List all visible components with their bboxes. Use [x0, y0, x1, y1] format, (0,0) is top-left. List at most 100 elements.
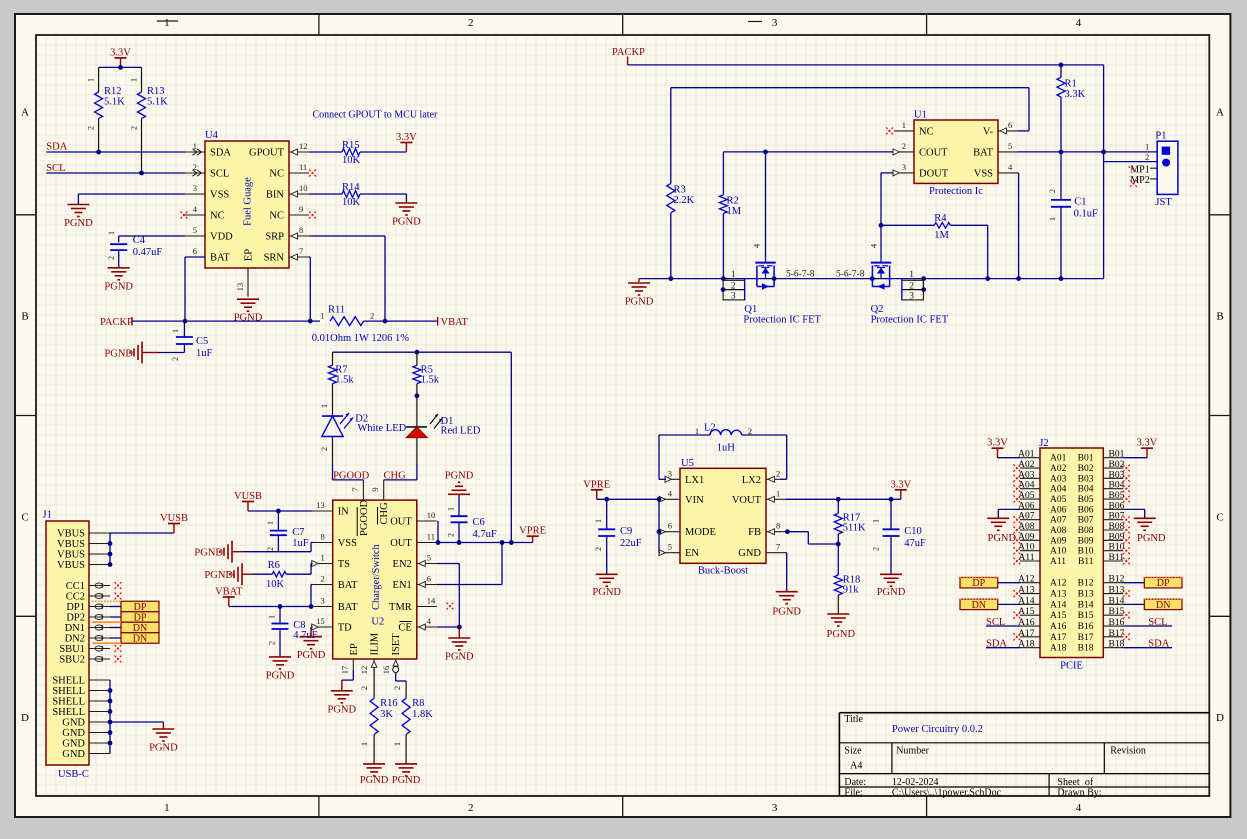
svg-text:2: 2 — [268, 641, 277, 645]
svg-text:A16: A16 — [1050, 622, 1067, 632]
svg-text:VPRE: VPRE — [519, 526, 546, 537]
svg-text:B09: B09 — [1109, 532, 1125, 542]
svg-text:2: 2 — [266, 547, 275, 551]
svg-text:LX2: LX2 — [742, 475, 761, 486]
svg-text:SDA: SDA — [46, 142, 67, 153]
svg-text:B10: B10 — [1078, 547, 1094, 557]
svg-text:SRP: SRP — [265, 232, 284, 243]
svg-text:B04: B04 — [1078, 485, 1094, 495]
svg-text:CC2: CC2 — [66, 592, 85, 603]
svg-text:PGND: PGND — [234, 313, 263, 324]
svg-text:B11: B11 — [1078, 557, 1094, 567]
svg-text:DN: DN — [1156, 600, 1170, 611]
svg-text:3.3V: 3.3V — [110, 47, 131, 58]
svg-text:C7: C7 — [292, 527, 304, 538]
svg-text:PGND: PGND — [297, 650, 326, 661]
svg-text:2: 2 — [319, 447, 329, 451]
svg-text:PGND: PGND — [392, 217, 421, 228]
svg-text:Protection IC FET: Protection IC FET — [871, 315, 949, 326]
svg-text:B06: B06 — [1078, 505, 1094, 515]
svg-text:PGND: PGND — [1137, 533, 1166, 544]
svg-text:B01: B01 — [1078, 454, 1094, 464]
svg-text:Size: Size — [844, 746, 862, 757]
svg-text:1uF: 1uF — [196, 348, 213, 359]
svg-text:DP2: DP2 — [66, 613, 85, 624]
svg-text:2: 2 — [468, 802, 474, 814]
svg-text:B03: B03 — [1109, 470, 1125, 480]
svg-text:1: 1 — [594, 519, 603, 523]
svg-text:9: 9 — [299, 204, 303, 214]
svg-text:5.1K: 5.1K — [147, 97, 168, 108]
svg-text:B17: B17 — [1109, 629, 1125, 639]
svg-text:6: 6 — [1008, 120, 1012, 130]
svg-text:R11: R11 — [328, 305, 345, 316]
svg-text:VDD: VDD — [210, 232, 233, 243]
svg-text:91k: 91k — [843, 585, 860, 596]
svg-text:PGND: PGND — [625, 297, 654, 308]
svg-text:EN: EN — [685, 548, 699, 559]
svg-text:EP: EP — [349, 643, 360, 655]
svg-text:1.8K: 1.8K — [412, 709, 433, 720]
svg-text:A16: A16 — [1018, 618, 1035, 628]
svg-text:2: 2 — [872, 547, 881, 551]
svg-text:PGOOD: PGOOD — [359, 499, 370, 536]
svg-text:A09: A09 — [1050, 536, 1067, 546]
svg-text:5: 5 — [668, 542, 672, 552]
svg-text:17: 17 — [340, 666, 350, 675]
svg-text:6: 6 — [427, 574, 431, 584]
svg-text:A08: A08 — [1050, 526, 1067, 536]
svg-text:2.2K: 2.2K — [674, 195, 695, 206]
svg-text:B17: B17 — [1078, 633, 1094, 643]
svg-text:B: B — [1216, 311, 1223, 323]
svg-text:5: 5 — [193, 225, 197, 235]
svg-text:Number: Number — [896, 746, 929, 757]
svg-text:Revision: Revision — [1110, 746, 1146, 757]
svg-text:PGND: PGND — [360, 775, 389, 786]
svg-text:1: 1 — [268, 615, 277, 619]
svg-text:2: 2 — [731, 282, 736, 292]
svg-text:USB-C: USB-C — [58, 769, 89, 780]
svg-text:NC: NC — [919, 126, 934, 137]
svg-text:DN2: DN2 — [65, 634, 85, 645]
svg-text:A14: A14 — [1050, 600, 1067, 610]
svg-text:B02: B02 — [1078, 464, 1094, 474]
svg-text:A12: A12 — [1050, 579, 1067, 589]
svg-text:1M: 1M — [934, 230, 949, 241]
svg-text:PGND: PGND — [266, 670, 295, 681]
svg-text:LX1: LX1 — [685, 475, 704, 486]
svg-text:CHG: CHG — [384, 470, 407, 481]
svg-text:3.3V: 3.3V — [987, 438, 1008, 449]
svg-text:C1: C1 — [1074, 197, 1086, 208]
svg-text:SBU2: SBU2 — [59, 655, 85, 666]
svg-text:R14: R14 — [342, 182, 360, 193]
svg-text:VUSB: VUSB — [160, 513, 188, 524]
svg-text:B09: B09 — [1078, 536, 1094, 546]
svg-text:PGND: PGND — [149, 743, 178, 754]
svg-text:C4: C4 — [133, 235, 146, 246]
svg-text:DN: DN — [133, 634, 147, 645]
svg-text:2: 2 — [1145, 152, 1149, 162]
svg-text:IN: IN — [338, 507, 349, 518]
svg-text:J1: J1 — [43, 510, 52, 521]
svg-text:5-6-7-8: 5-6-7-8 — [836, 270, 865, 280]
svg-text:10: 10 — [427, 510, 436, 520]
svg-text:VSS: VSS — [338, 538, 357, 549]
svg-text:GPOUT: GPOUT — [249, 148, 285, 159]
svg-text:P1: P1 — [1155, 131, 1166, 142]
svg-text:DOUT: DOUT — [919, 168, 949, 179]
svg-text:1: 1 — [320, 553, 324, 563]
svg-text:PGND: PGND — [194, 548, 223, 559]
svg-text:U5: U5 — [681, 458, 694, 469]
svg-text:B04: B04 — [1109, 481, 1125, 491]
svg-text:U1: U1 — [914, 110, 927, 121]
svg-text:2: 2 — [320, 574, 324, 584]
svg-text:A02: A02 — [1050, 464, 1067, 474]
svg-text:2: 2 — [129, 126, 139, 130]
svg-text:4: 4 — [1076, 17, 1082, 29]
svg-text:0.1uF: 0.1uF — [1074, 209, 1098, 220]
svg-text:PGND: PGND — [64, 218, 93, 229]
svg-text:A14: A14 — [1018, 596, 1035, 606]
svg-text:B01: B01 — [1109, 450, 1125, 460]
svg-text:1: 1 — [731, 270, 736, 280]
svg-text:A07: A07 — [1050, 516, 1067, 526]
